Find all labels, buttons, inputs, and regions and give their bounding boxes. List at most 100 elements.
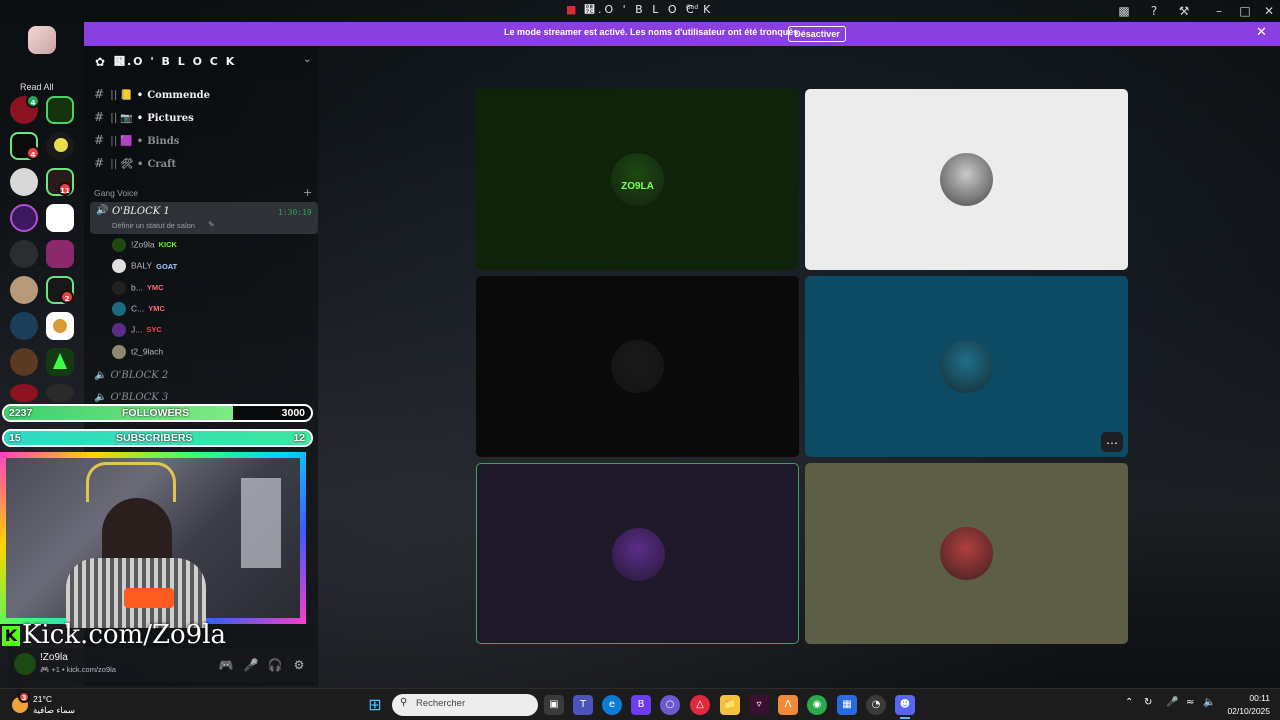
channel-pictures[interactable]: # || 📷 • Pictures — [94, 110, 194, 128]
server-icon[interactable] — [10, 312, 38, 340]
app-gray-icon[interactable]: ◔ — [866, 695, 886, 715]
voice-status-placeholder[interactable]: Définir un statut de salon — [112, 221, 195, 230]
server-art — [54, 138, 68, 152]
server-icon[interactable] — [10, 204, 38, 232]
speaker-icon: 🔈 — [94, 370, 107, 381]
subscribers-goal-bar: 15 SUBSCRIBERS 12 — [2, 429, 313, 447]
activity-icon[interactable]: 🎮 — [218, 657, 234, 673]
microphone-icon[interactable]: 🎤 — [243, 657, 259, 673]
maximize-button[interactable]: □ — [1234, 2, 1256, 20]
windows-start-icon[interactable]: ⊞ — [365, 695, 385, 715]
banner-close-icon[interactable]: ✕ — [1256, 25, 1267, 40]
server-icon[interactable] — [46, 384, 74, 402]
voice-tile-zo9la[interactable]: ZO9LA — [476, 89, 799, 270]
voice-member[interactable]: BALY GOAT — [112, 259, 177, 275]
microphone — [124, 588, 174, 608]
voice-member[interactable]: b... YMC — [112, 280, 164, 297]
speaker-icon: 🔊 — [96, 205, 109, 216]
discord-icon[interactable]: ☻ — [895, 695, 915, 715]
help-icon[interactable]: ? — [1146, 3, 1162, 19]
voice-channel-name: O'BLOCK 1 — [112, 206, 170, 217]
channel-binds[interactable]: # || 🟪 • Binds — [94, 133, 179, 151]
close-window-button[interactable]: ✕ — [1258, 2, 1280, 20]
inbox-icon[interactable]: ▩ — [1116, 3, 1132, 19]
speaker-icon: 🔈 — [94, 392, 107, 403]
category-gang-voice[interactable]: Gang Voice — [94, 188, 138, 198]
server-icon[interactable] — [10, 384, 38, 402]
disable-streamer-button[interactable]: Désactiver — [788, 26, 846, 42]
tray-wifi-icon[interactable]: ≈ — [1186, 697, 1194, 708]
more-options-button[interactable]: … — [1101, 432, 1123, 452]
headphones-icon[interactable]: 🎧 — [267, 657, 283, 673]
task-view-icon[interactable]: ▣ — [544, 695, 564, 715]
voice-tile-member3[interactable] — [476, 276, 799, 457]
streamer-mode-banner: Le mode streamer est activé. Les noms d'… — [84, 22, 1280, 46]
channel-craft[interactable]: # || 🛠 • Craft — [94, 156, 176, 174]
title-suffix: God — [686, 4, 699, 11]
update-icon[interactable]: ⚒ — [1176, 3, 1192, 19]
tray-mic-icon[interactable]: 🎤 — [1166, 697, 1178, 708]
window-titlebar: ■ ୼.O ' B L O C K God ▩ ? ⚒ – □ ✕ — [0, 0, 1280, 22]
followers-goal: 3000 — [281, 407, 305, 419]
server-icon-zo9la[interactable] — [46, 96, 74, 124]
avatar — [112, 301, 126, 316]
server-icon[interactable] — [10, 240, 38, 268]
voice-member[interactable]: t2_9lach — [112, 344, 163, 361]
tray-chevron-icon[interactable]: ⌃ — [1125, 697, 1133, 708]
tray-volume-icon[interactable]: 🔈 — [1203, 697, 1215, 708]
kick-logo-icon: K — [2, 626, 20, 646]
clock-time[interactable]: 00:11 — [1238, 693, 1270, 703]
pencil-icon[interactable]: ✎ — [208, 220, 215, 229]
voice-tile-baly[interactable] — [805, 89, 1128, 270]
avatar[interactable] — [14, 653, 36, 675]
file-explorer-icon[interactable]: 📁 — [720, 695, 740, 715]
kick-url-overlay: Kick.com/Zo9la — [22, 620, 227, 650]
member-tag: YMC — [146, 282, 164, 292]
app-orange-icon[interactable]: Λ — [778, 695, 798, 715]
server-icon[interactable] — [46, 204, 74, 232]
member-tag: SYC — [146, 325, 162, 335]
app-b-icon[interactable]: B — [631, 695, 651, 715]
store-icon[interactable]: ▦ — [837, 695, 857, 715]
voice-member-name: b... — [131, 281, 143, 292]
read-all-button[interactable]: Read All — [20, 82, 54, 92]
window-light — [241, 478, 281, 568]
voice-count-badge: 4 — [26, 94, 40, 108]
edge-icon[interactable]: e — [602, 695, 622, 715]
member-tag: KICK — [158, 240, 177, 250]
chevron-down-icon[interactable]: ⌄ — [303, 54, 311, 65]
home-avatar[interactable] — [28, 26, 56, 54]
voice-member[interactable]: J... SYC — [112, 323, 162, 339]
voice-member[interactable]: C... YMC — [112, 301, 165, 318]
taskbar-search[interactable]: ⚲ Rechercher — [392, 694, 538, 716]
subscribers-label: SUBSCRIBERS — [116, 432, 193, 444]
user-name[interactable]: !Zo9la — [40, 652, 68, 663]
tray-sync-icon[interactable]: ↻ — [1144, 697, 1152, 708]
app-red-icon[interactable]: △ — [690, 695, 710, 715]
server-name[interactable]: ୼.O ' B L O C K — [114, 55, 236, 68]
voice-channel-2[interactable]: 🔈 O'BLOCK 2 — [94, 370, 168, 388]
minimize-button[interactable]: – — [1208, 2, 1230, 20]
chrome-icon[interactable]: ◉ — [807, 695, 827, 715]
add-channel-icon[interactable]: + — [303, 186, 312, 199]
server-icon[interactable] — [46, 240, 74, 268]
followers-current: 2237 — [9, 407, 33, 419]
voice-channel-active[interactable]: 🔊 O'BLOCK 1 1:30:19 Définir un statut de… — [90, 202, 318, 234]
followers-progress-fill — [4, 406, 234, 420]
teams-icon[interactable]: T — [573, 695, 593, 715]
server-icon[interactable] — [10, 276, 38, 304]
weather-temperature[interactable]: 21°C — [33, 694, 52, 704]
voice-tile-member5[interactable] — [476, 463, 799, 644]
voice-tile-member6[interactable] — [805, 463, 1128, 644]
clock-date[interactable]: 02/10/2025 — [1218, 706, 1270, 716]
app-circle-icon[interactable]: ○ — [660, 695, 680, 715]
app-dark-icon[interactable]: ▿ — [749, 695, 769, 715]
server-icon[interactable] — [10, 348, 38, 376]
server-icon[interactable] — [10, 168, 38, 196]
gear-icon[interactable]: ⚙ — [291, 657, 307, 673]
channel-emoji: 📒 — [120, 90, 133, 101]
voice-tile-member4[interactable] — [805, 276, 1128, 457]
voice-member[interactable]: !Zo9la KICK — [112, 238, 177, 254]
channel-commende[interactable]: # || 📒 • Commende — [94, 87, 210, 105]
hashtag-icon: # — [94, 156, 105, 170]
